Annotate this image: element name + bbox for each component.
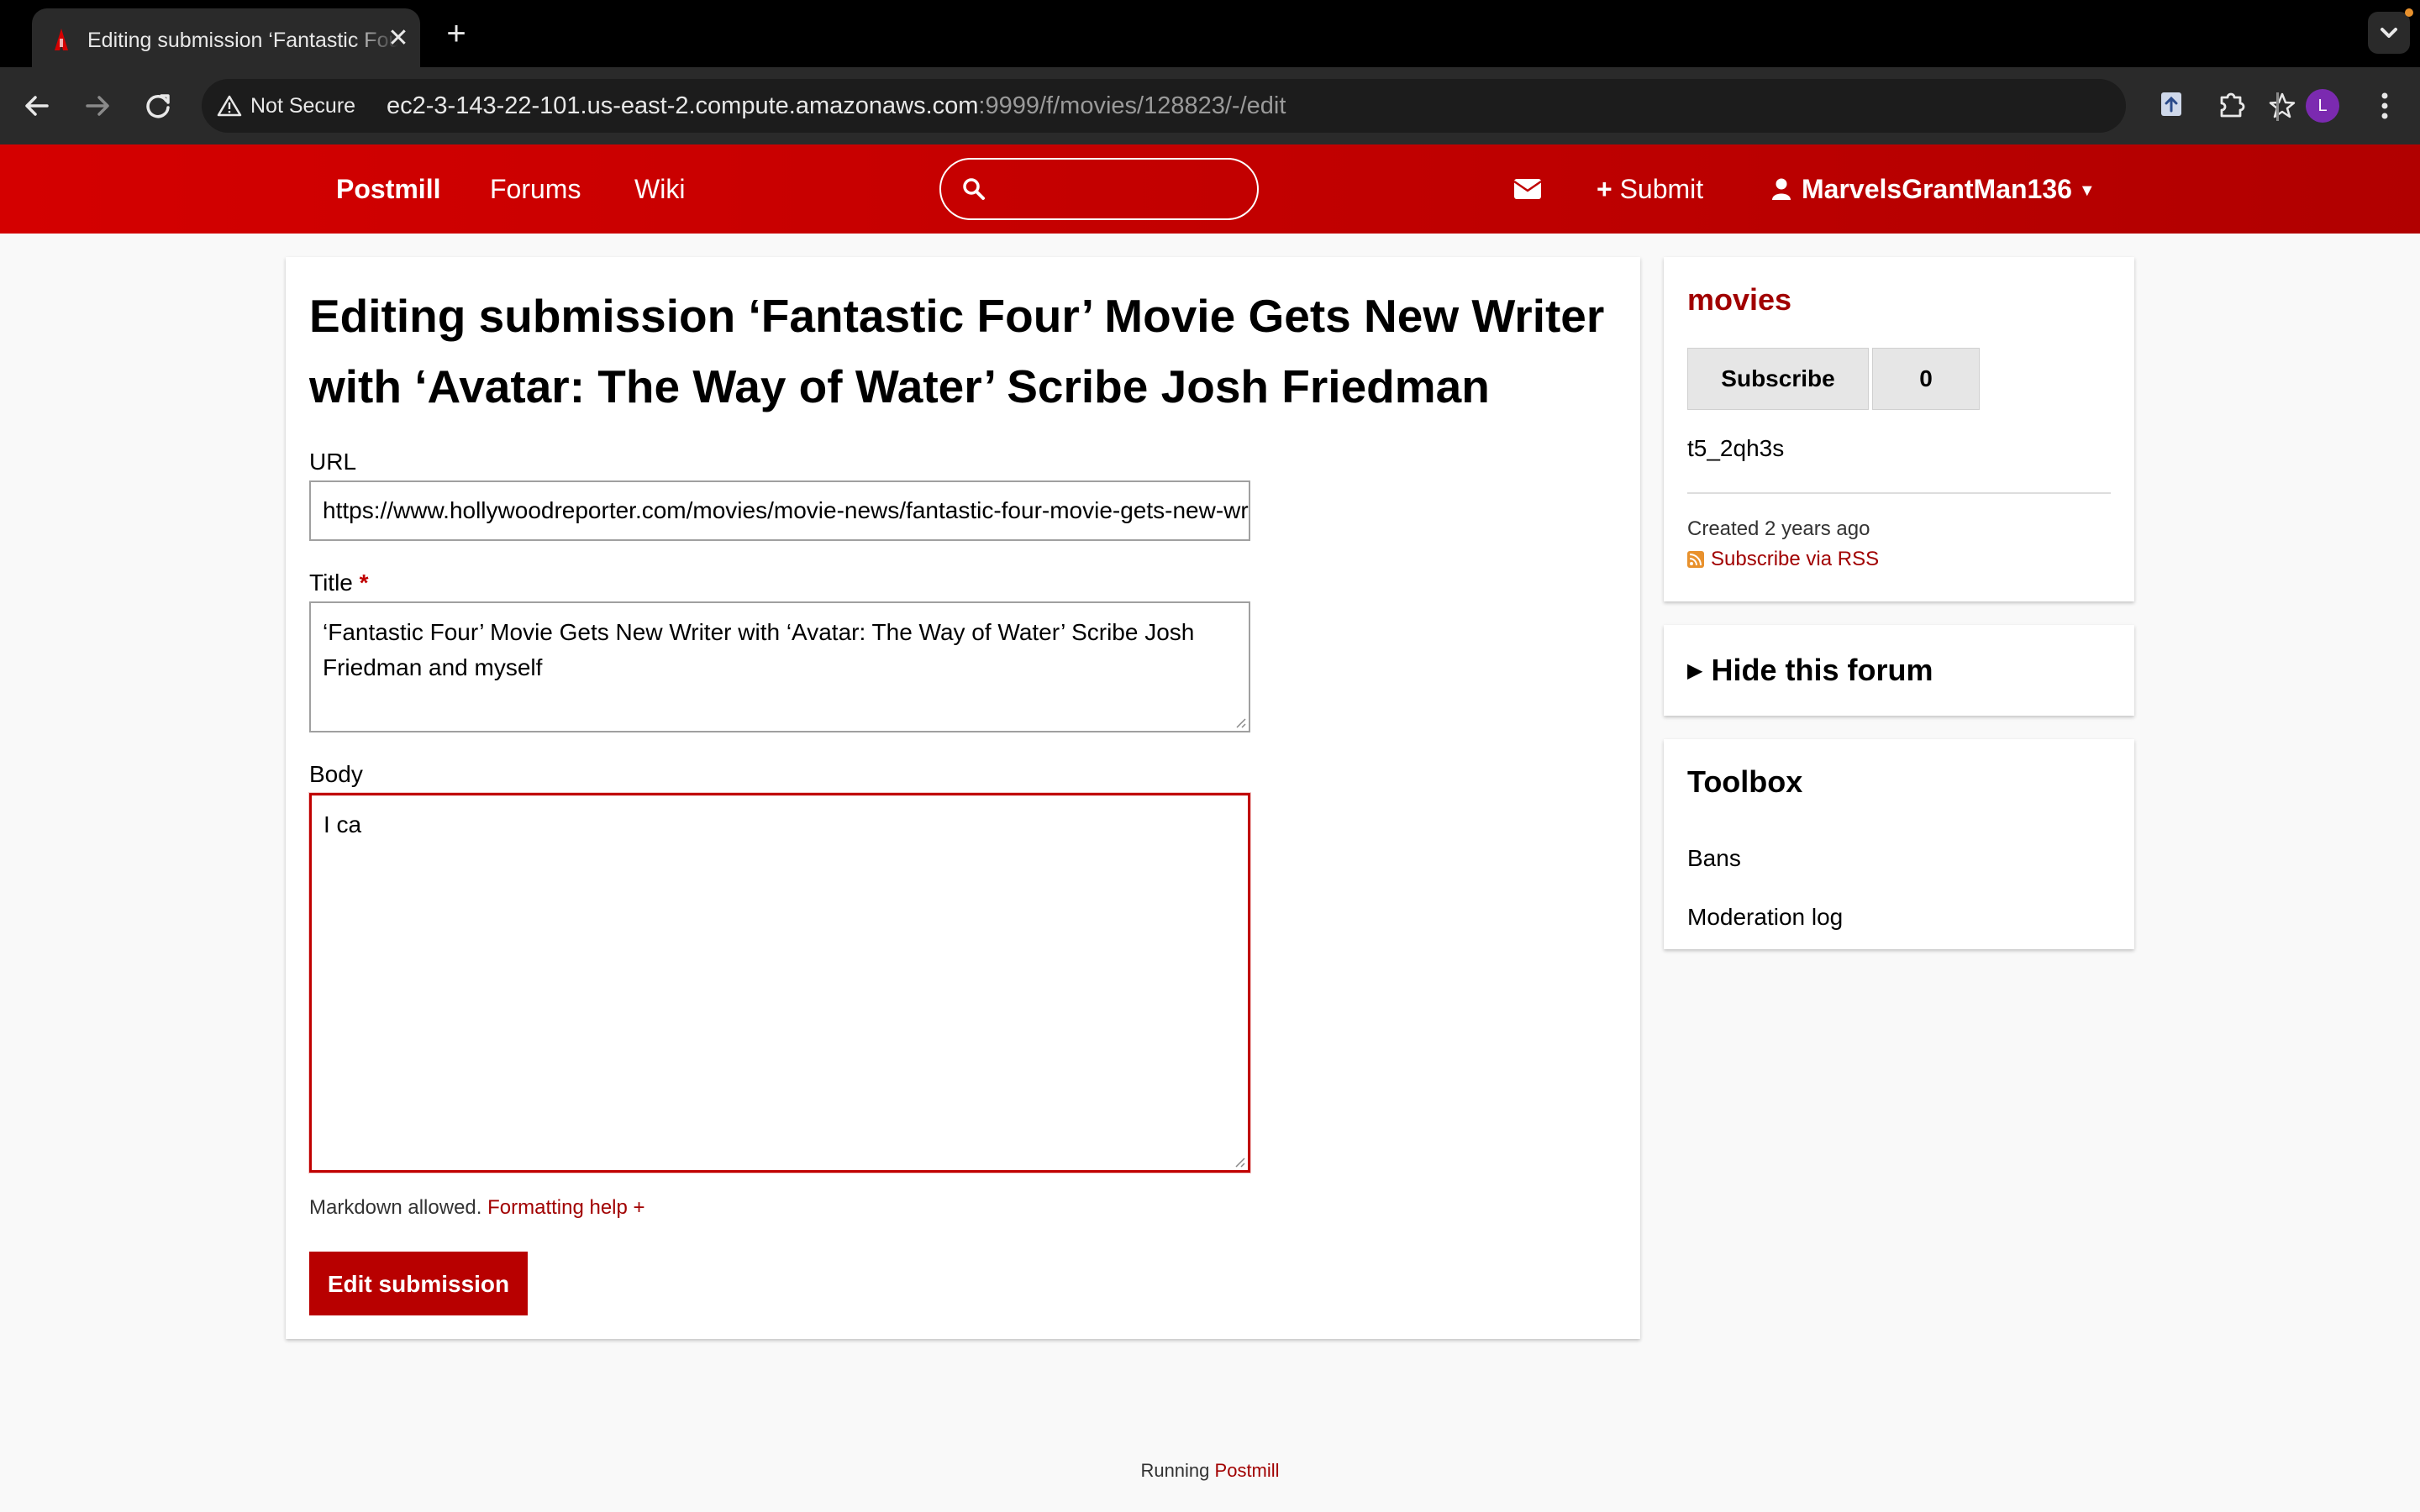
body-textarea-value: I ca: [324, 811, 362, 837]
toolbox-card: Toolbox Bans Moderation log: [1664, 739, 2134, 949]
username: MarvelsGrantMan136: [1802, 174, 2072, 204]
body-textarea[interactable]: I ca: [309, 793, 1250, 1173]
bookmark-star-icon[interactable]: [2267, 91, 2297, 121]
triangle-right-icon: ▶: [1687, 659, 1703, 682]
markdown-note: Markdown allowed.: [309, 1196, 482, 1219]
forum-name-link[interactable]: movies: [1687, 282, 1791, 318]
search-icon: [963, 178, 985, 200]
not-secure-label[interactable]: Not Secure: [250, 79, 355, 133]
url-input[interactable]: https://www.hollywoodreporter.com/movies…: [309, 480, 1250, 541]
hide-forum-toggle[interactable]: ▶ Hide this forum: [1687, 625, 1933, 716]
url-field-label: URL: [309, 449, 357, 475]
back-arrow-icon[interactable]: [17, 86, 57, 126]
edit-submission-card: Editing submission ‘Fantastic Four’ Movi…: [286, 257, 1640, 1339]
edit-submission-button[interactable]: Edit submission: [309, 1252, 528, 1315]
hide-forum-card: ▶ Hide this forum: [1664, 625, 2134, 716]
footer-postmill-link[interactable]: Postmill: [1215, 1460, 1280, 1481]
rss-link[interactable]: Subscribe via RSS: [1687, 548, 1879, 571]
subscribe-button[interactable]: Subscribe: [1687, 348, 1869, 410]
title-label-text: Title: [309, 570, 353, 596]
more-vertical-icon[interactable]: [2370, 87, 2400, 124]
forum-info-card: movies Subscribe 0 t5_2qh3s Created 2 ye…: [1664, 257, 2134, 601]
user-icon: [1772, 178, 1791, 200]
caret-down-icon: ▼: [2078, 181, 2096, 200]
user-menu[interactable]: MarvelsGrantMan136 ▼: [1771, 144, 2096, 234]
title-textarea[interactable]: ‘Fantastic Four’ Movie Gets New Writer w…: [309, 601, 1250, 732]
url-text[interactable]: ec2-3-143-22-101.us-east-2.compute.amazo…: [387, 79, 1286, 133]
reload-icon[interactable]: [138, 86, 178, 126]
site-header: Postmill Forums Wiki + Submit MarvelsGra…: [0, 144, 2420, 234]
footer-running-text: Running: [1140, 1460, 1210, 1481]
browser-tab-strip: Editing submission ‘Fantastic Four’ Movi…: [0, 0, 2420, 67]
nav-forums-link[interactable]: Forums: [490, 144, 581, 234]
search-input[interactable]: [995, 168, 1239, 210]
plus-icon: +: [1597, 174, 1612, 204]
search-box[interactable]: [939, 158, 1259, 220]
forum-id: t5_2qh3s: [1687, 435, 1785, 461]
page-footer: Running Postmill: [0, 1460, 2420, 1482]
required-asterisk: *: [359, 570, 369, 596]
submit-label: Submit: [1619, 174, 1704, 204]
title-textarea-value: ‘Fantastic Four’ Movie Gets New Writer w…: [323, 619, 1195, 680]
divider: [1687, 492, 2111, 494]
address-bar[interactable]: Not Secure ec2-3-143-22-101.us-east-2.co…: [202, 79, 2296, 133]
extension-upload-icon[interactable]: [2154, 87, 2188, 121]
postmill-favicon-icon: [55, 29, 68, 50]
chevron-down-icon: [2381, 28, 2397, 38]
url-host: ec2-3-143-22-101.us-east-2.compute.amazo…: [387, 92, 979, 119]
bans-link[interactable]: Bans: [1687, 845, 1741, 872]
toolbar-separator: [2276, 92, 2279, 121]
resize-grip-icon[interactable]: [1231, 1153, 1246, 1168]
submit-link[interactable]: + Submit: [1597, 144, 1703, 234]
body-field-label: Body: [309, 761, 363, 787]
browser-toolbar: Not Secure ec2-3-143-22-101.us-east-2.co…: [0, 67, 2420, 144]
subscriber-count: 0: [1872, 348, 1980, 410]
formatting-help-link[interactable]: Formatting help +: [487, 1196, 644, 1219]
toolbox-title: Toolbox: [1687, 764, 1803, 799]
rss-label: Subscribe via RSS: [1711, 548, 1880, 570]
site-brand-link[interactable]: Postmill: [336, 144, 440, 234]
url-path: :9999/f/movies/128823/-/edit: [978, 92, 1286, 119]
puzzle-extensions-icon[interactable]: [2215, 87, 2249, 121]
rss-icon: [1687, 551, 1704, 568]
tab-search-button[interactable]: [2368, 12, 2410, 54]
page-title: Editing submission ‘Fantastic Four’ Movi…: [309, 290, 1605, 412]
created-date: Created 2 years ago: [1687, 517, 1870, 540]
warning-triangle-icon: [217, 95, 242, 117]
markdown-help: Markdown allowed. Formatting help +: [309, 1196, 645, 1220]
envelope-icon[interactable]: [1512, 176, 1543, 202]
tab-title: Editing submission ‘Fantastic Four’ Movi…: [87, 29, 398, 52]
update-indicator: [2405, 8, 2413, 17]
nav-wiki-link[interactable]: Wiki: [634, 144, 685, 234]
tab-close-icon[interactable]: ✕: [383, 24, 413, 54]
title-field-label: Title *: [309, 570, 369, 596]
moderation-log-link[interactable]: Moderation log: [1687, 904, 1843, 931]
profile-avatar[interactable]: L: [2306, 89, 2339, 123]
hide-forum-label: Hide this forum: [1711, 653, 1933, 687]
browser-tab[interactable]: Editing submission ‘Fantastic Four’ Movi…: [32, 8, 420, 67]
resize-grip-icon[interactable]: [1232, 714, 1247, 729]
forward-arrow-icon[interactable]: [77, 86, 118, 126]
new-tab-button[interactable]: +: [439, 17, 474, 52]
